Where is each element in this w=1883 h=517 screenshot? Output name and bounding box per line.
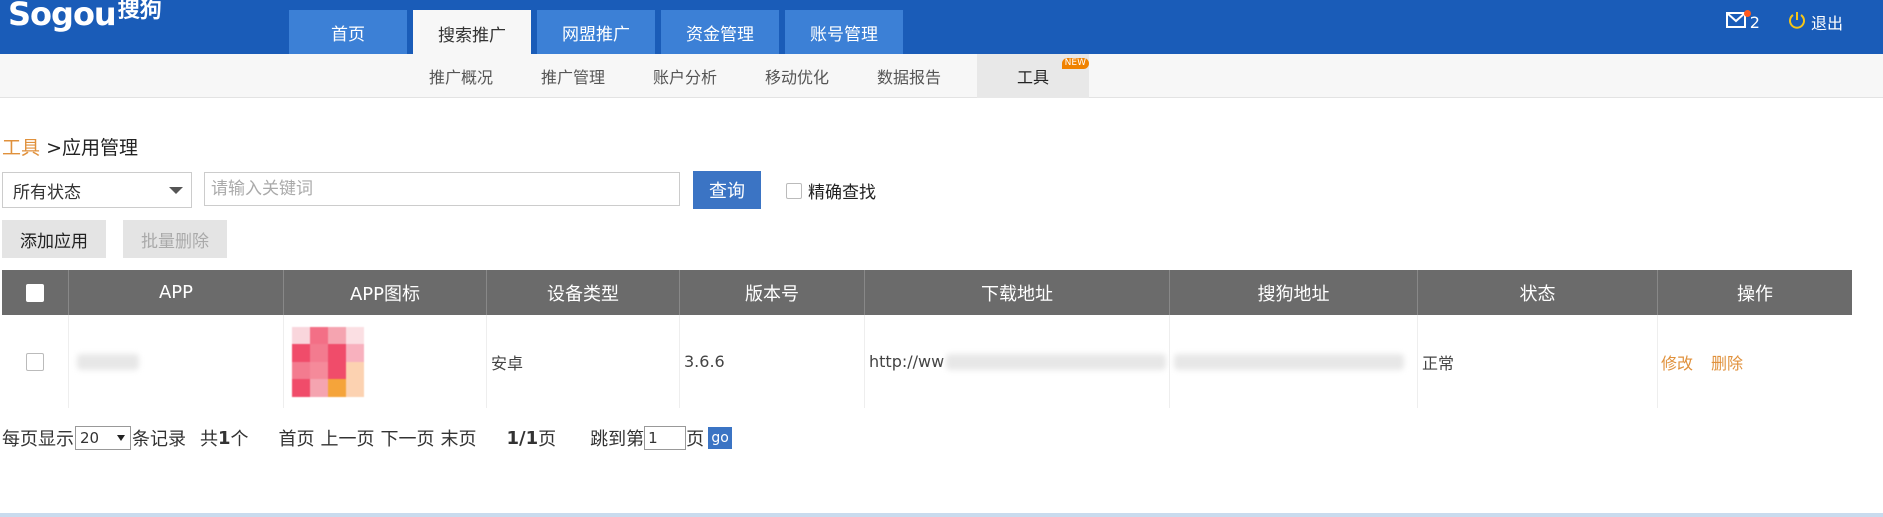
tab-home[interactable]: 首页 (289, 10, 407, 54)
per-page-value: 20 (80, 429, 100, 447)
batch-delete-button[interactable]: 批量删除 (123, 220, 227, 258)
top-header: Sogou 搜狗 首页 搜索推广 网盟推广 资金管理 账号管理 2 退出 (0, 0, 1883, 56)
subnav-promotion-management[interactable]: 推广管理 (517, 54, 629, 98)
add-app-button[interactable]: 添加应用 (2, 220, 106, 258)
subnav-mobile-optimization[interactable]: 移动优化 (741, 54, 853, 98)
sogou-url-redacted (1174, 353, 1404, 370)
app-icon-image (292, 326, 364, 397)
mail-count: 2 (1749, 12, 1760, 32)
total-prefix: 共 (200, 429, 218, 450)
subnav-tools-label: 工具 (1016, 68, 1049, 87)
first-page-link[interactable]: 首页 (279, 425, 315, 451)
version-cell: 3.6.6 (680, 315, 865, 408)
actions-cell: 修改 删除 (1658, 315, 1852, 408)
tab-alliance-promotion[interactable]: 网盟推广 (537, 10, 655, 54)
delete-link[interactable]: 删除 (1711, 350, 1743, 374)
subnav-data-report[interactable]: 数据报告 (853, 54, 965, 98)
app-name-cell (69, 315, 284, 408)
keyword-search-input[interactable] (204, 172, 680, 206)
mail-button[interactable]: 2 (1725, 10, 1760, 32)
main-tabs: 首页 搜索推广 网盟推广 资金管理 账号管理 (289, 10, 909, 56)
column-header-sogou-url: 搜狗地址 (1170, 270, 1418, 315)
device-type-cell: 安卓 (487, 315, 680, 408)
chevron-down-icon (117, 435, 125, 441)
exact-search-toggle[interactable]: 精确查找 (786, 178, 876, 203)
total-suffix: 个 (230, 429, 249, 450)
column-header-actions: 操作 (1737, 283, 1773, 305)
exact-search-checkbox[interactable] (786, 182, 802, 199)
column-header-status: 状态 (1418, 270, 1658, 315)
app-table: APP APP图标 设备类型 版本号 下载地址 搜狗地址 状态 操作 安卓 3.… (2, 270, 1852, 408)
logout-label: 退出 (1810, 14, 1843, 33)
sogou-url-cell (1170, 315, 1418, 408)
sogou-logo[interactable]: Sogou 搜狗 (8, 0, 162, 36)
power-icon (1788, 11, 1811, 33)
app-name-redacted (77, 353, 139, 370)
breadcrumb-current: 应用管理 (61, 137, 138, 159)
chevron-down-icon (169, 187, 183, 194)
prev-page-link[interactable]: 上一页 (321, 425, 375, 451)
query-button[interactable]: 查询 (693, 171, 761, 209)
download-url-cell: http://ww (865, 315, 1170, 408)
new-badge: NEW (1061, 58, 1089, 69)
column-header-version: 版本号 (680, 270, 865, 315)
logo-text: Sogou (8, 0, 117, 33)
tab-fund-management[interactable]: 资金管理 (661, 10, 779, 54)
mail-unread-dot (1743, 10, 1751, 17)
total-count: 1 (218, 427, 231, 449)
subnav-account-analysis[interactable]: 账户分析 (629, 54, 741, 98)
edit-link[interactable]: 修改 (1661, 350, 1693, 374)
tab-search-promotion[interactable]: 搜索推广 (413, 10, 531, 56)
table-header: APP APP图标 设备类型 版本号 下载地址 搜狗地址 状态 操作 (2, 270, 1852, 315)
next-page-link[interactable]: 下一页 (381, 425, 435, 451)
status-cell: 正常 (1418, 315, 1658, 408)
top-right-actions: 2 退出 (1725, 10, 1843, 34)
breadcrumb-separator: > (46, 137, 62, 159)
column-header-app-icon: APP图标 (284, 270, 487, 315)
jump-prefix: 跳到第 (590, 429, 645, 450)
subnav-tools[interactable]: 工具 NEW (977, 54, 1089, 98)
jump-suffix: 页 (686, 429, 705, 450)
per-page-select[interactable]: 20 (75, 426, 131, 450)
logo-cn-text: 搜狗 (117, 0, 162, 23)
table-row: 安卓 3.6.6 http://ww 正常 修改 删除 (2, 315, 1852, 408)
row-checkbox[interactable] (26, 352, 44, 371)
column-header-device-type: 设备类型 (487, 270, 680, 315)
tab-account-management[interactable]: 账号管理 (785, 10, 903, 54)
status-dropdown[interactable]: 所有状态 (2, 172, 192, 208)
sub-navigation: 推广概况 推广管理 账户分析 移动优化 数据报告 工具 NEW (0, 54, 1883, 98)
page-suffix: 页 (538, 429, 557, 450)
row-select-cell (2, 315, 69, 408)
download-url-redacted (946, 353, 1167, 370)
go-button[interactable]: go (708, 427, 733, 449)
jump-page-input[interactable]: 1 (644, 426, 687, 450)
subnav-overview[interactable]: 推广概况 (405, 54, 517, 98)
bottom-divider (0, 513, 1883, 517)
logout-button[interactable]: 退出 (1788, 10, 1843, 34)
select-all-cell (2, 270, 69, 315)
breadcrumb: 工具 >应用管理 (2, 133, 138, 160)
page-indicator: 1/1 (506, 427, 539, 449)
exact-search-label: 精确查找 (808, 183, 876, 203)
breadcrumb-tools-link[interactable]: 工具 (2, 137, 40, 159)
app-icon-cell (284, 315, 487, 408)
column-header-app: APP (69, 270, 284, 315)
pagination: 每页显示 20 条记录 共1个 首页 上一页 下一页 末页 1/1 页 跳到第 1… (2, 425, 733, 451)
column-header-download-url: 下载地址 (865, 270, 1170, 315)
per-page-prefix: 每页显示 (2, 429, 74, 450)
per-page-suffix: 条记录 (132, 429, 186, 450)
status-selected-value: 所有状态 (13, 182, 81, 203)
select-all-checkbox[interactable] (26, 283, 44, 302)
last-page-link[interactable]: 末页 (441, 425, 477, 451)
download-url-text: http://ww (869, 352, 945, 371)
